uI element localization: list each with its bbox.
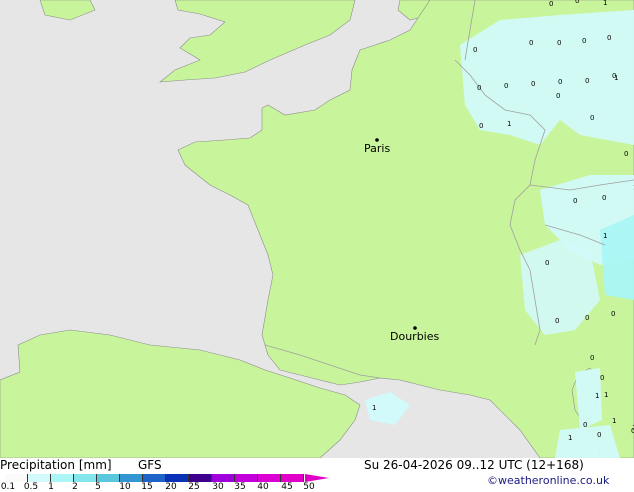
legend-tick-label: 10 <box>119 482 131 492</box>
precip-value-label: 0 <box>555 317 559 325</box>
legend-tick-label: 40 <box>257 482 269 492</box>
legend-tick-label: 0.1 <box>0 482 16 492</box>
legend-colorbar <box>5 474 304 482</box>
legend-swatch <box>28 474 51 482</box>
legend-tick-label: 1 <box>48 482 54 492</box>
legend-swatch <box>74 474 97 482</box>
precip-value-label: 0 <box>583 421 587 429</box>
precip-value-label: 1 <box>595 392 599 400</box>
model-name: GFS <box>138 458 162 472</box>
precip-value-label: 0 <box>585 77 589 85</box>
credit-link[interactable]: ©weatheronline.co.uk <box>487 474 609 487</box>
precip-value-label: 0 <box>573 197 577 205</box>
precip-value-label: 0 <box>602 194 606 202</box>
legend-tick-label: 5 <box>95 482 101 492</box>
precipitation-title: Precipitation [mm] <box>0 458 112 472</box>
precip-value-label: 0 <box>504 82 508 90</box>
precip-value-label: 0 <box>624 150 628 158</box>
legend-swatch <box>281 474 304 482</box>
precip-value-label: 1 <box>612 417 616 425</box>
city-label: Paris <box>364 142 390 155</box>
weather-map: 001000000000000100000000001101100111101 … <box>0 0 634 458</box>
legend-swatch <box>120 474 143 482</box>
precip-value-label: 0 <box>611 310 615 318</box>
precip-value-label: 1 <box>372 404 376 412</box>
legend-tick-label: 50 <box>303 482 315 492</box>
legend-swatch <box>258 474 281 482</box>
precip-value-label: 0 <box>479 122 483 130</box>
legend-tick-label: 0.5 <box>23 482 39 492</box>
legend-tick-label: 25 <box>188 482 200 492</box>
legend-swatch <box>5 474 28 482</box>
legend-tick-label: 2 <box>72 482 78 492</box>
precip-value-label: 0 <box>556 92 560 100</box>
precip-value-label: 0 <box>477 84 481 92</box>
forecast-datetime: Su 26-04-2026 09..12 UTC (12+168) <box>364 458 584 472</box>
legend-swatch <box>51 474 74 482</box>
legend-overflow-arrow <box>305 474 329 482</box>
legend-tick-label: 30 <box>212 482 224 492</box>
precip-value-label: 0 <box>600 374 604 382</box>
precip-value-label: 0 <box>582 37 586 45</box>
precip-value-label: 0 <box>557 39 561 47</box>
legend-swatch <box>166 474 189 482</box>
precip-value-label: 0 <box>597 431 601 439</box>
precip-value-label: 0 <box>549 0 553 8</box>
precip-value-label: 0 <box>473 46 477 54</box>
precip-value-label: 0 <box>585 314 589 322</box>
precip-value-label: 1 <box>614 74 618 82</box>
legend-tick-label: 15 <box>141 482 153 492</box>
precip-value-label: 0 <box>590 114 594 122</box>
precip-value-label: 0 <box>531 80 535 88</box>
city-label: Dourbies <box>390 330 440 343</box>
legend-tick-label: 45 <box>281 482 293 492</box>
precip-value-label: 1 <box>603 232 607 240</box>
precip-value-label: 1 <box>603 0 607 7</box>
legend-swatch <box>97 474 120 482</box>
precip-value-label: 0 <box>558 78 562 86</box>
precip-value-label: 1 <box>604 391 608 399</box>
legend-tick-label: 35 <box>234 482 246 492</box>
precip-value-label: 1 <box>568 434 572 442</box>
legend-swatch <box>212 474 235 482</box>
legend-tick-label: 20 <box>165 482 177 492</box>
precip-value-label: 0 <box>575 0 579 5</box>
legend-swatch <box>189 474 212 482</box>
precip-value-label: 1 <box>507 120 511 128</box>
precip-value-label: 0 <box>590 354 594 362</box>
precip-value-label: 0 <box>545 259 549 267</box>
legend-swatch <box>235 474 258 482</box>
precip-value-label: 0 <box>607 34 611 42</box>
precip-value-label: 0 <box>529 39 533 47</box>
legend-swatch <box>143 474 166 482</box>
